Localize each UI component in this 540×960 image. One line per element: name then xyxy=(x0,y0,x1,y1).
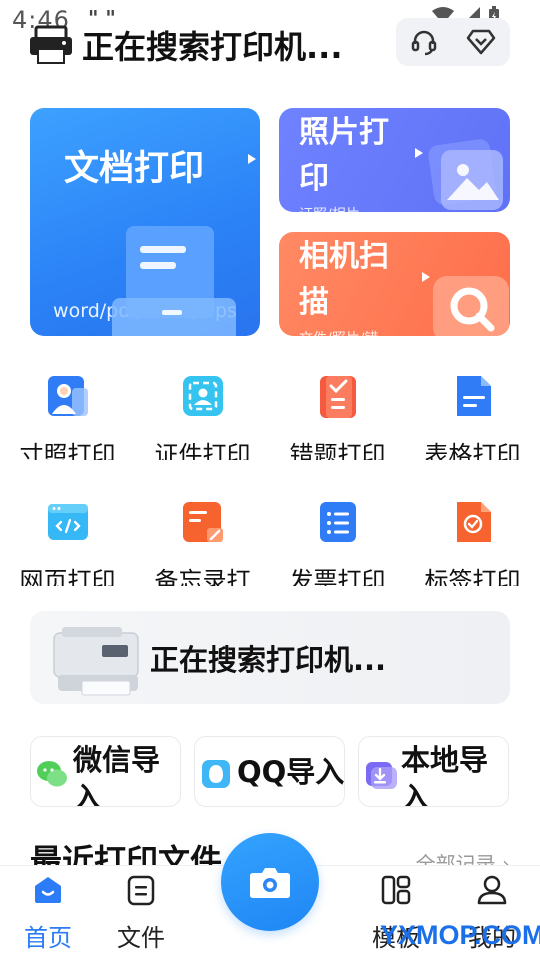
photo-print-card[interactable]: 照片打印 证照/相片 xyxy=(279,108,510,212)
arrow-right-icon xyxy=(248,154,256,164)
print-function-grid: 寸照打印 证件打印 错题打印 表格打印 网页打印 备忘录打 发票打印 标签打印 xyxy=(0,368,540,620)
wechat-icon xyxy=(37,761,67,787)
grid-item-webpage[interactable]: 网页打印 xyxy=(0,494,135,620)
grid-label: 发票打印 xyxy=(289,567,386,586)
photo-print-title: 照片打印 xyxy=(299,115,389,196)
grid-item-id-photo[interactable]: 寸照打印 xyxy=(0,368,135,494)
template-icon xyxy=(381,875,411,905)
webpage-icon xyxy=(48,504,88,540)
label-icon xyxy=(457,502,491,542)
tab-home[interactable]: 首页 xyxy=(0,866,96,960)
grid-item-invoice[interactable]: 发票打印 xyxy=(270,494,405,620)
site-watermark: YXMOP.COM xyxy=(380,920,540,950)
camera-scan-subtitle: 文件/照片/错 xyxy=(299,328,378,336)
file-icon xyxy=(127,875,155,906)
grid-item-label[interactable]: 标签打印 xyxy=(405,494,540,620)
grid-label: 寸照打印 xyxy=(19,441,116,460)
printer-illustration xyxy=(53,627,139,696)
photo-print-subtitle: 证照/相片 xyxy=(299,204,360,212)
camera-scan-title: 相机扫描 xyxy=(299,239,389,320)
tab-label: 首页 xyxy=(24,924,72,952)
qq-import-label: QQ导入 xyxy=(237,755,345,789)
document-print-card[interactable]: 文档打印 word/pdf/excel/wps xyxy=(30,108,260,336)
id-photo-icon xyxy=(48,376,88,416)
wechat-import-label: 微信导入 xyxy=(73,743,161,807)
grid-label: 标签打印 xyxy=(424,567,521,586)
banner-status-text: 正在搜索打印机... xyxy=(150,643,387,677)
camera-scan-card[interactable]: 相机扫描 文件/照片/错 xyxy=(279,232,510,336)
arrow-right-icon xyxy=(415,148,423,158)
grid-row: 寸照打印 证件打印 错题打印 表格打印 xyxy=(0,368,540,494)
grid-label: 备忘录打 xyxy=(154,567,251,586)
vip-diamond-icon[interactable] xyxy=(466,28,496,56)
document-print-title: 文档打印 xyxy=(64,149,205,189)
profile-icon xyxy=(477,875,507,905)
grid-item-wrong-question[interactable]: 错题打印 xyxy=(270,368,405,494)
printer-connect-banner[interactable]: 正在搜索打印机... xyxy=(30,611,510,704)
printer-icon xyxy=(30,25,72,64)
scan-camera-button[interactable] xyxy=(221,833,319,931)
id-card-icon xyxy=(183,376,223,416)
document-printer-illustration xyxy=(112,226,236,336)
header-actions xyxy=(396,18,510,66)
table-doc-icon xyxy=(457,376,491,416)
grid-label: 证件打印 xyxy=(154,441,251,460)
grid-label: 表格打印 xyxy=(424,441,521,460)
grid-item-table[interactable]: 表格打印 xyxy=(405,368,540,494)
header: 正在搜索打印机... xyxy=(28,18,512,70)
grid-label: 错题打印 xyxy=(289,441,386,460)
wrong-question-icon xyxy=(320,376,356,418)
printer-search-status[interactable]: 正在搜索打印机... xyxy=(82,22,342,68)
grid-row: 网页打印 备忘录打 发票打印 标签打印 xyxy=(0,494,540,620)
camera-icon xyxy=(250,868,290,898)
tab-label: 文件 xyxy=(117,924,165,952)
picture-icon xyxy=(428,139,503,210)
qq-icon xyxy=(202,760,230,788)
scan-search-icon xyxy=(433,276,509,336)
customer-service-icon[interactable] xyxy=(410,28,438,56)
local-import-button[interactable]: 本地导入 xyxy=(358,736,509,807)
arrow-right-icon xyxy=(422,272,430,282)
local-import-icon xyxy=(366,762,397,789)
grid-label: 网页打印 xyxy=(19,567,116,586)
local-import-label: 本地导入 xyxy=(401,743,489,807)
memo-icon xyxy=(183,502,223,542)
tab-files[interactable]: 文件 xyxy=(93,866,189,960)
wechat-import-button[interactable]: 微信导入 xyxy=(30,736,181,807)
grid-item-memo[interactable]: 备忘录打 xyxy=(135,494,270,620)
qq-import-button[interactable]: QQ导入 xyxy=(194,736,345,807)
home-icon xyxy=(35,877,61,903)
invoice-icon xyxy=(320,502,356,542)
grid-item-id-card[interactable]: 证件打印 xyxy=(135,368,270,494)
